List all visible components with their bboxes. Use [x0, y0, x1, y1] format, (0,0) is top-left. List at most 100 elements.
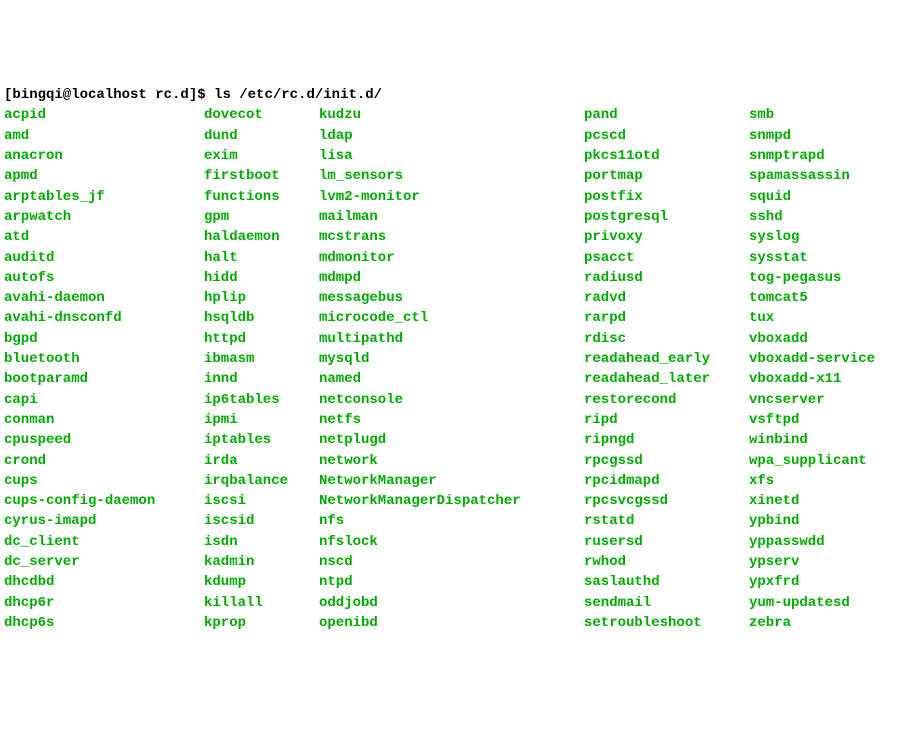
terminal-prompt-line: [bingqi@localhost rc.d]$ ls /etc/rc.d/in…: [4, 85, 910, 105]
file-entry: arptables_jf: [4, 187, 204, 207]
file-entry: hidd: [204, 268, 319, 288]
file-entry: haldaemon: [204, 227, 319, 247]
file-entry: vboxadd-service: [749, 349, 875, 369]
file-entry: zebra: [749, 613, 875, 633]
file-entry: restorecond: [584, 390, 749, 410]
file-entry: kadmin: [204, 552, 319, 572]
file-entry: rpcgssd: [584, 451, 749, 471]
file-entry: readahead_later: [584, 369, 749, 389]
file-entry: setroubleshoot: [584, 613, 749, 633]
column-3: kudzuldaplisalm_sensorslvm2-monitormailm…: [319, 105, 584, 633]
file-entry: cups: [4, 471, 204, 491]
file-entry: sendmail: [584, 593, 749, 613]
file-entry: iscsi: [204, 491, 319, 511]
file-entry: bluetooth: [4, 349, 204, 369]
file-entry: ypserv: [749, 552, 875, 572]
file-entry: mailman: [319, 207, 584, 227]
file-entry: portmap: [584, 166, 749, 186]
file-entry: isdn: [204, 532, 319, 552]
file-entry: capi: [4, 390, 204, 410]
file-entry: arpwatch: [4, 207, 204, 227]
file-entry: rdisc: [584, 329, 749, 349]
file-entry: winbind: [749, 430, 875, 450]
file-entry: postgresql: [584, 207, 749, 227]
file-entry: dund: [204, 126, 319, 146]
file-entry: snmpd: [749, 126, 875, 146]
file-entry: yum-updatesd: [749, 593, 875, 613]
file-entry: yppasswdd: [749, 532, 875, 552]
file-entry: lisa: [319, 146, 584, 166]
prompt-command: ls /etc/rc.d/init.d/: [214, 87, 382, 103]
file-entry: ypbind: [749, 511, 875, 531]
file-entry: netconsole: [319, 390, 584, 410]
file-entry: wpa_supplicant: [749, 451, 875, 471]
file-entry: postfix: [584, 187, 749, 207]
file-entry: multipathd: [319, 329, 584, 349]
file-entry: iscsid: [204, 511, 319, 531]
file-entry: auditd: [4, 248, 204, 268]
file-entry: avahi-dnsconfd: [4, 308, 204, 328]
file-entry: ntpd: [319, 572, 584, 592]
file-entry: firstboot: [204, 166, 319, 186]
file-entry: atd: [4, 227, 204, 247]
file-entry: autofs: [4, 268, 204, 288]
file-entry: killall: [204, 593, 319, 613]
file-entry: mdmonitor: [319, 248, 584, 268]
file-entry: tog-pegasus: [749, 268, 875, 288]
file-entry: cups-config-daemon: [4, 491, 204, 511]
file-entry: kprop: [204, 613, 319, 633]
file-entry: smb: [749, 105, 875, 125]
column-2: dovecotdundeximfirstbootfunctionsgpmhald…: [204, 105, 319, 633]
file-entry: vsftpd: [749, 410, 875, 430]
file-entry: mdmpd: [319, 268, 584, 288]
file-entry: microcode_ctl: [319, 308, 584, 328]
file-entry: bootparamd: [4, 369, 204, 389]
file-entry: lvm2-monitor: [319, 187, 584, 207]
file-entry: dhcp6r: [4, 593, 204, 613]
file-entry: kudzu: [319, 105, 584, 125]
ls-output: acpidamdanacronapmdarptables_jfarpwatcha…: [4, 105, 910, 633]
prompt-user-host: [bingqi@localhost rc.d]$: [4, 87, 206, 103]
file-entry: mysqld: [319, 349, 584, 369]
file-entry: messagebus: [319, 288, 584, 308]
file-entry: privoxy: [584, 227, 749, 247]
file-entry: nfslock: [319, 532, 584, 552]
file-entry: pcscd: [584, 126, 749, 146]
column-5: smbsnmpdsnmptrapdspamassassinsquidsshdsy…: [749, 105, 875, 633]
file-entry: sshd: [749, 207, 875, 227]
file-entry: crond: [4, 451, 204, 471]
file-entry: irqbalance: [204, 471, 319, 491]
file-entry: xfs: [749, 471, 875, 491]
file-entry: netfs: [319, 410, 584, 430]
file-entry: httpd: [204, 329, 319, 349]
file-entry: rpcidmapd: [584, 471, 749, 491]
file-entry: dhcdbd: [4, 572, 204, 592]
file-entry: nfs: [319, 511, 584, 531]
file-entry: NetworkManager: [319, 471, 584, 491]
file-entry: radiusd: [584, 268, 749, 288]
file-entry: vboxadd: [749, 329, 875, 349]
file-entry: dc_server: [4, 552, 204, 572]
file-entry: acpid: [4, 105, 204, 125]
file-entry: bgpd: [4, 329, 204, 349]
file-entry: dc_client: [4, 532, 204, 552]
file-entry: functions: [204, 187, 319, 207]
file-entry: vboxadd-x11: [749, 369, 875, 389]
file-entry: xinetd: [749, 491, 875, 511]
file-entry: readahead_early: [584, 349, 749, 369]
file-entry: irda: [204, 451, 319, 471]
file-entry: innd: [204, 369, 319, 389]
file-entry: rstatd: [584, 511, 749, 531]
file-entry: ripngd: [584, 430, 749, 450]
file-entry: kdump: [204, 572, 319, 592]
file-entry: pkcs11otd: [584, 146, 749, 166]
file-entry: tomcat5: [749, 288, 875, 308]
column-1: acpidamdanacronapmdarptables_jfarpwatcha…: [4, 105, 204, 633]
column-4: pandpcscdpkcs11otdportmappostfixpostgres…: [584, 105, 749, 633]
file-entry: rpcsvcgssd: [584, 491, 749, 511]
file-entry: conman: [4, 410, 204, 430]
file-entry: rusersd: [584, 532, 749, 552]
file-entry: sysstat: [749, 248, 875, 268]
file-entry: ipmi: [204, 410, 319, 430]
file-entry: ip6tables: [204, 390, 319, 410]
